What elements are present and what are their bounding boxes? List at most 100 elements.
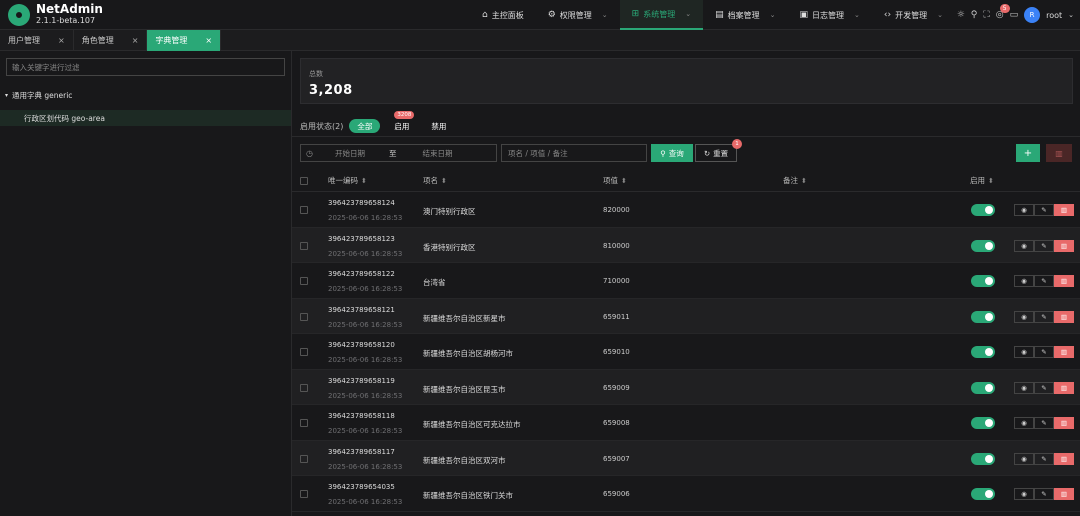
date-start[interactable]: 开始日期 — [335, 148, 365, 159]
close-icon[interactable]: × — [132, 36, 139, 45]
enabled-toggle[interactable] — [971, 381, 995, 394]
close-icon[interactable]: × — [58, 36, 65, 45]
view-icon[interactable]: ◉ — [1014, 452, 1034, 465]
row-name: 新疆维吾尔自治区昆玉市 — [423, 384, 506, 394]
view-icon[interactable]: ◉ — [1014, 239, 1034, 252]
col-value[interactable]: 项值 ⬍ — [603, 175, 627, 186]
date-range-picker[interactable]: ◷ 开始日期 至 结束日期 — [300, 144, 497, 162]
reset-button[interactable]: ↻ 重置 1 — [695, 139, 742, 162]
divider — [292, 136, 1080, 137]
view-icon[interactable]: ◉ — [1014, 488, 1034, 500]
add-button[interactable]: + — [1016, 144, 1040, 162]
delete-icon[interactable]: ▥ — [1054, 381, 1074, 394]
close-icon[interactable]: × — [205, 36, 212, 45]
edit-icon[interactable]: ✎ — [1034, 346, 1054, 358]
enabled-toggle[interactable] — [971, 417, 995, 429]
row-checkbox[interactable] — [300, 454, 308, 463]
fullscreen-icon[interactable]: ⛶ — [983, 10, 989, 20]
tab-label: 字典管理 — [155, 36, 188, 45]
view-icon[interactable]: ◉ — [1014, 346, 1034, 358]
enabled-toggle[interactable] — [971, 239, 995, 252]
delete-icon[interactable]: ▥ — [1054, 488, 1074, 500]
query-button[interactable]: ⚲ 查询 — [651, 144, 693, 162]
view-icon[interactable]: ◉ — [1014, 275, 1034, 287]
table-header: 唯一编码 ⬍ 项名 ⬍ 项值 ⬍ 备注 ⬍ 启用 ⬍ — [292, 170, 1080, 192]
edit-icon[interactable]: ✎ — [1034, 275, 1054, 287]
filter-input[interactable]: 输入关键字进行过滤 — [6, 58, 285, 76]
chevron-down-icon: ⌄ — [769, 11, 776, 19]
delete-icon[interactable]: ▥ — [1054, 310, 1074, 323]
row-value: 659009 — [603, 383, 630, 392]
edit-icon[interactable]: ✎ — [1034, 204, 1054, 216]
view-icon[interactable]: ◉ — [1014, 310, 1034, 323]
enabled-toggle[interactable] — [971, 275, 995, 287]
avatar[interactable]: R — [1024, 7, 1041, 23]
delete-icon[interactable]: ▥ — [1054, 204, 1074, 216]
enabled-toggle[interactable] — [971, 346, 995, 358]
delete-icon[interactable]: ▥ — [1054, 417, 1074, 429]
col-enabled[interactable]: 启用 ⬍ — [970, 175, 994, 186]
edit-icon[interactable]: ✎ — [1034, 381, 1054, 394]
delete-icon[interactable]: ▥ — [1054, 346, 1074, 358]
delete-icon[interactable]: ▥ — [1054, 452, 1074, 465]
view-icon[interactable]: ◉ — [1014, 204, 1034, 216]
row-actions: ◉ ✎ ▥ — [1014, 452, 1074, 465]
view-icon[interactable]: ◉ — [1014, 417, 1034, 429]
message-icon[interactable]: ▭ — [1010, 10, 1019, 20]
col-note[interactable]: 备注 ⬍ — [783, 175, 807, 186]
view-icon[interactable]: ◉ — [1014, 381, 1034, 394]
delete-icon[interactable]: ▥ — [1054, 239, 1074, 252]
tab-1[interactable]: 角色管理 × — [74, 30, 148, 51]
notification-icon[interactable]: ◎ 5 — [996, 4, 1010, 20]
row-checkbox[interactable] — [300, 490, 308, 498]
table-row: 396423789658120 2025-06-06 16:28:53 新疆维吾尔自… — [292, 334, 1080, 370]
edit-icon[interactable]: ✎ — [1034, 239, 1054, 252]
tab-2[interactable]: 字典管理 × — [147, 30, 222, 51]
tree-child[interactable]: 行政区划代码 geo-area — [0, 110, 291, 126]
tree-root[interactable]: ▾ 通用字典 generic — [0, 89, 291, 101]
chevron-down-icon[interactable]: ⌄ — [1068, 11, 1074, 19]
edit-icon[interactable]: ✎ — [1034, 452, 1054, 465]
nav-item-1[interactable]: ⚙ 权限管理 ⌄ — [536, 0, 620, 30]
tab-label: 用户管理 — [8, 36, 40, 45]
enabled-toggle[interactable] — [971, 204, 995, 216]
row-code: 396423789654035 — [328, 483, 395, 491]
nav-item-3[interactable]: ▤ 档案管理 ⌄ — [703, 0, 787, 30]
logo[interactable]: NetAdmin 2.1.1-beta.107 — [8, 3, 448, 26]
status-option-0[interactable]: 全部 — [349, 119, 381, 133]
select-all-checkbox[interactable] — [300, 177, 308, 185]
col-code[interactable]: 唯一编码 ⬍ — [328, 175, 367, 186]
bulk-delete-button[interactable]: ▥ — [1046, 144, 1072, 162]
row-checkbox[interactable] — [300, 312, 308, 321]
search-icon[interactable]: ⚲ — [971, 10, 978, 20]
nav-item-4[interactable]: ▣ 日志管理 ⌄ — [787, 0, 871, 30]
row-time: 2025-06-06 16:28:53 — [328, 427, 403, 435]
tab-0[interactable]: 用户管理 × — [0, 30, 74, 51]
row-name: 新疆维吾尔自治区新星市 — [423, 313, 506, 323]
enabled-toggle[interactable] — [971, 452, 995, 465]
row-checkbox[interactable] — [300, 241, 308, 250]
nav-item-0[interactable]: ⌂ 主控面板 — [470, 0, 536, 30]
row-checkbox[interactable] — [300, 277, 308, 285]
edit-icon[interactable]: ✎ — [1034, 417, 1054, 429]
edit-icon[interactable]: ✎ — [1034, 310, 1054, 323]
row-name: 台湾省 — [423, 278, 446, 287]
row-checkbox[interactable] — [300, 206, 308, 214]
row-checkbox[interactable] — [300, 383, 308, 392]
row-checkbox[interactable] — [300, 348, 308, 356]
col-name[interactable]: 项名 ⬍ — [423, 175, 447, 186]
date-end[interactable]: 结束日期 — [422, 148, 452, 159]
row-checkbox[interactable] — [300, 419, 308, 427]
edit-icon[interactable]: ✎ — [1034, 488, 1054, 500]
user-name[interactable]: root — [1046, 11, 1062, 20]
nav-item-5[interactable]: ‹› 开发管理 ⌄ — [872, 0, 955, 30]
theme-icon[interactable]: ☼ — [957, 10, 965, 20]
keyword-input[interactable]: 项名 / 项值 / 备注 — [501, 144, 647, 162]
status-option-1[interactable]: 启用 3208 — [386, 111, 417, 133]
enabled-toggle[interactable] — [971, 488, 995, 500]
delete-icon[interactable]: ▥ — [1054, 275, 1074, 287]
status-option-2[interactable]: 禁用 — [423, 119, 454, 133]
enabled-toggle[interactable] — [971, 310, 995, 323]
nav-item-2[interactable]: ⊞ 系统管理 ⌄ — [619, 0, 704, 30]
row-time: 2025-06-06 16:28:53 — [328, 214, 403, 222]
